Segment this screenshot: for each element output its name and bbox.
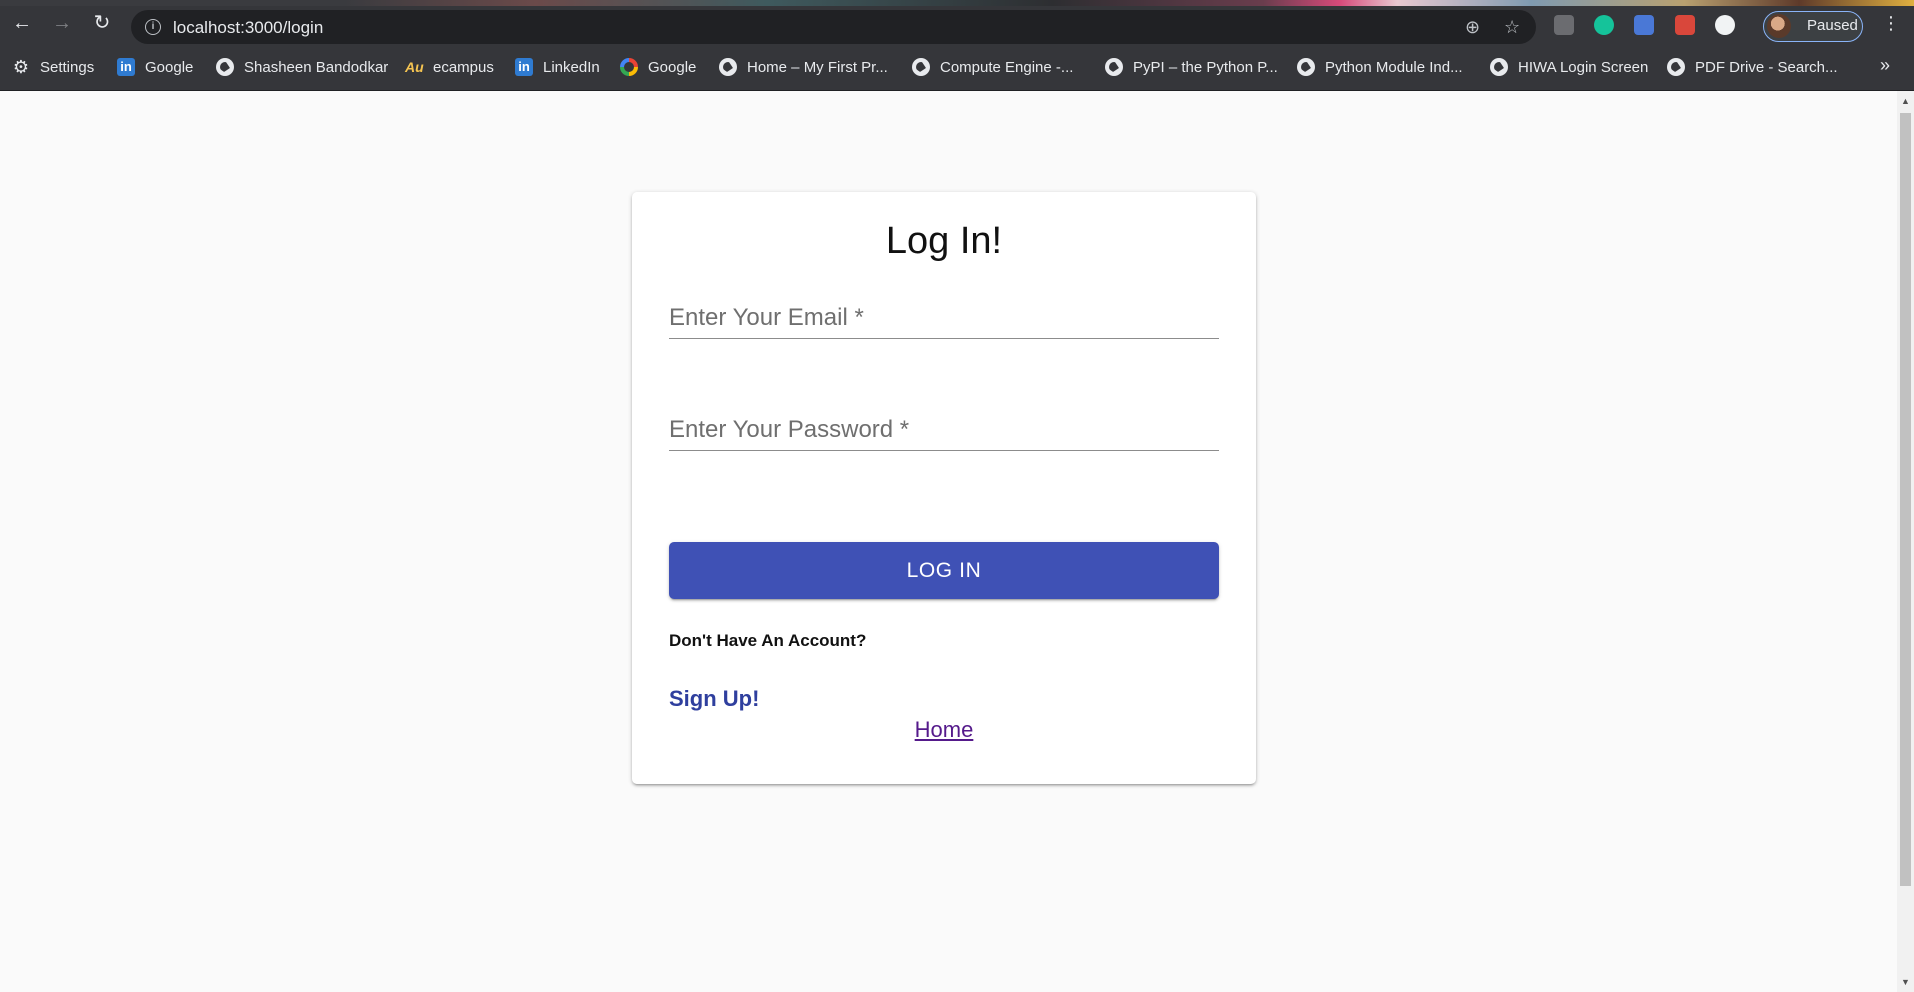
email-field[interactable] [669,278,1219,339]
bookmark-label: Python Module Ind... [1325,58,1463,76]
media-extension-icon[interactable] [1675,15,1695,35]
bookmark-label: Google [648,58,697,76]
more-bookmarks-chevron-icon[interactable]: » [1880,55,1890,76]
zoom-icon[interactable]: ⊕ [1465,17,1480,37]
bookmark-label: Settings [40,58,95,76]
grammarly-extension-icon[interactable] [1594,15,1614,35]
bookmark-settings[interactable]: ⚙ Settings [12,56,94,78]
gear-icon: ⚙ [12,57,30,77]
page-scrollbar[interactable]: ▲ ▼ [1897,91,1914,992]
password-input[interactable] [669,390,1219,450]
profile-status: Paused [1807,17,1858,34]
bookmark-compute-engine[interactable]: Compute Engine -... [912,56,1073,78]
bookmark-ecampus[interactable]: Au ecampus [405,56,494,78]
globe-icon [1297,58,1315,76]
globe-icon [1105,58,1123,76]
bookmarks-bar: ⚙ Settings in Google Shasheen Bandodkar … [0,44,1914,91]
bookmark-label: LinkedIn [543,58,600,76]
globe-icon [912,58,930,76]
page-viewport: Log In! LOG IN Don't Have An Account? Si… [0,91,1897,992]
bookmark-hiwa-login[interactable]: HIWA Login Screen [1490,56,1648,78]
scroll-up-arrow-icon[interactable]: ▲ [1900,95,1911,107]
linkedin-icon: in [515,58,533,76]
extension-icon[interactable] [1554,15,1574,35]
bookmark-label: ecampus [433,58,494,76]
browser-toolbar: ← → ↻ i localhost:3000/login ⊕ ☆ Paused … [0,0,1914,44]
globe-icon [216,58,234,76]
login-button[interactable]: LOG IN [669,542,1219,599]
scroll-down-arrow-icon[interactable]: ▼ [1900,976,1911,988]
forward-arrow-icon[interactable]: → [51,12,73,34]
signup-link[interactable]: Sign Up! [669,686,759,712]
bookmark-google[interactable]: Google [620,56,696,78]
bookmark-label: HIWA Login Screen [1518,58,1649,76]
notes-extension-icon[interactable] [1634,15,1654,35]
scrollbar-thumb[interactable] [1900,113,1911,886]
bookmark-label: Home – My First Pr... [747,58,888,76]
google-icon [620,58,638,76]
no-account-text: Don't Have An Account? [669,631,867,650]
profile-button[interactable]: Paused [1763,11,1863,42]
globe-icon [719,58,737,76]
bookmark-label: PDF Drive - Search... [1695,58,1838,76]
extension-circle-icon[interactable] [1715,15,1735,35]
home-link[interactable]: Home [915,717,974,742]
reload-icon[interactable]: ↻ [91,12,113,34]
login-card: Log In! LOG IN Don't Have An Account? Si… [632,192,1256,784]
password-field[interactable] [669,390,1219,451]
avatar [1767,14,1791,38]
bookmark-google-linkedin[interactable]: in Google [117,56,193,78]
bookmark-label: Compute Engine -... [940,58,1074,76]
bookmark-pypi[interactable]: PyPI – the Python P... [1105,56,1278,78]
globe-icon [1490,58,1508,76]
site-info-icon[interactable]: i [145,19,161,35]
bookmark-shasheen[interactable]: Shasheen Bandodkar [216,56,388,78]
bookmark-label: PyPI – the Python P... [1133,58,1278,76]
address-url[interactable]: localhost:3000/login [173,18,323,38]
browser-menu-icon[interactable]: ⋮ [1882,14,1900,32]
linkedin-icon: in [117,58,135,76]
bookmark-star-icon[interactable]: ☆ [1504,17,1520,37]
bookmark-python-module-index[interactable]: Python Module Ind... [1297,56,1463,78]
bookmark-label: Shasheen Bandodkar [244,58,389,76]
back-arrow-icon[interactable]: ← [11,12,33,34]
home-link-container: Home [632,717,1256,743]
page-title: Log In! [885,220,1003,262]
bookmark-pdf-drive[interactable]: PDF Drive - Search... [1667,56,1838,78]
bookmark-label: Google [145,58,194,76]
globe-icon [1667,58,1685,76]
address-bar[interactable]: i localhost:3000/login ⊕ ☆ [131,10,1536,44]
theme-strip [0,0,1914,6]
bookmark-home-first-project[interactable]: Home – My First Pr... [719,56,888,78]
au-icon: Au [405,59,424,75]
email-input[interactable] [669,278,1219,338]
bookmark-linkedin[interactable]: in LinkedIn [515,56,600,78]
